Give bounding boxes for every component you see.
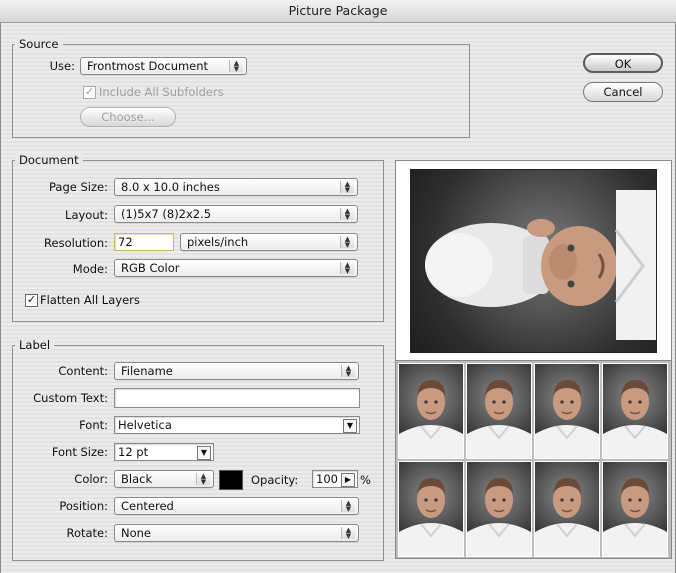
color-value: Black [121,472,153,486]
use-select-value: Frontmost Document [87,59,209,73]
rotate-select[interactable]: None ▲ ▼ [114,524,359,542]
package-preview-large[interactable] [395,160,672,362]
include-subfolders-label: Include All Subfolders [99,85,224,99]
custom-text-input[interactable] [114,388,360,408]
thumbnail-photo [466,363,532,459]
rotate-label: Rotate: [66,526,108,540]
page-size-label: Page Size: [49,180,108,194]
updown-arrows-icon: ▲ ▼ [341,500,355,513]
thumbnail-photo [534,461,600,557]
chef-portrait-illustration [467,380,531,458]
thumbnail-photo [398,461,464,557]
ok-button[interactable]: OK [583,53,663,73]
opacity-unit: % [360,473,371,487]
use-label: Use: [49,59,75,73]
chef-portrait-illustration [603,478,667,556]
resolution-input[interactable]: 72 [114,233,174,251]
opacity-input[interactable]: 100 ▶ [312,470,358,488]
include-subfolders-checkbox[interactable]: ✓ [83,86,96,99]
document-group: Document Page Size: 8.0 x 10.0 inches ▲ ▼… [12,153,384,322]
page-size-value: 8.0 x 10.0 inches [121,180,220,194]
label-group: Label Content: Filename ▲ ▼ Custom Text: … [12,338,384,561]
cancel-button[interactable]: Cancel [583,82,663,102]
updown-arrows-icon: ▲ ▼ [340,181,354,194]
opacity-value: 100 [316,472,338,486]
font-size-combo[interactable]: 12 pt ▼ [114,443,214,461]
resolution-unit-select[interactable]: pixels/inch ▲ ▼ [180,233,358,251]
updown-arrows-icon: ▲ ▼ [340,262,354,275]
layout-value: (1)5x7 (8)2x2.5 [121,207,212,221]
window-title: Picture Package [0,0,676,23]
document-legend: Document [15,153,83,167]
color-swatch[interactable] [219,470,243,490]
updown-arrows-icon: ▲ ▼ [340,236,354,249]
layout-label: Layout: [65,208,108,222]
choose-button[interactable]: Choose... [80,107,176,127]
thumbnail-photo [398,363,464,459]
layout-select[interactable]: (1)5x7 (8)2x2.5 ▲ ▼ [114,205,358,223]
updown-arrows-icon: ▲ ▼ [340,208,354,221]
down-arrow-icon: ▼ [197,446,211,460]
chef-illustration [425,190,656,340]
mode-label: Mode: [72,262,108,276]
resolution-unit-value: pixels/inch [187,235,249,249]
window-border-left [0,22,1,573]
chef-portrait-illustration [535,380,599,458]
source-legend: Source [15,37,63,51]
thumbnail-photo [534,363,600,459]
position-label: Position: [59,499,108,513]
content-value: Filename [121,364,173,378]
mode-value: RGB Color [121,261,180,275]
down-arrow-icon: ▼ [343,419,357,433]
flatten-layers-checkbox[interactable]: ✓ [25,294,38,307]
chef-portrait-illustration [603,380,667,458]
updown-arrows-icon: ▲ ▼ [341,527,355,540]
page-size-select[interactable]: 8.0 x 10.0 inches ▲ ▼ [114,178,358,196]
opacity-label: Opacity: [251,473,299,487]
position-select[interactable]: Centered ▲ ▼ [114,497,359,515]
thumbnail-photo [602,461,668,557]
color-select[interactable]: Black ▲ ▼ [114,470,214,488]
label-legend: Label [15,338,55,352]
font-label: Font: [79,418,108,432]
use-select[interactable]: Frontmost Document ▲ ▼ [80,57,247,75]
thumbnail-photo [466,461,532,557]
chef-portrait-illustration [399,478,463,556]
content-select[interactable]: Filename ▲ ▼ [114,362,359,380]
color-label: Color: [74,472,108,486]
package-preview-thumbnails[interactable] [395,360,672,559]
chef-photo-large [410,169,657,353]
right-arrow-icon: ▶ [341,473,355,487]
flatten-layers-label: Flatten All Layers [40,293,140,307]
updown-arrows-icon: ▲ ▼ [229,60,243,73]
chef-portrait-illustration [467,478,531,556]
custom-text-label: Custom Text: [33,391,108,405]
updown-arrows-icon: ▲ ▼ [196,473,210,486]
font-size-label: Font Size: [51,445,108,459]
source-group: Source Use: Frontmost Document ▲ ▼ ✓ Incl… [12,37,470,138]
updown-arrows-icon: ▲ ▼ [341,365,355,378]
mode-select[interactable]: RGB Color ▲ ▼ [114,259,358,277]
font-size-value: 12 pt [118,445,149,459]
font-value: Helvetica [118,418,172,432]
chef-portrait-illustration [399,380,463,458]
rotate-value: None [121,526,152,540]
thumbnail-photo [602,363,668,459]
position-value: Centered [121,499,174,513]
content-label: Content: [58,364,108,378]
resolution-label: Resolution: [44,236,108,250]
font-combo[interactable]: Helvetica ▼ [114,416,360,434]
chef-portrait-illustration [535,478,599,556]
